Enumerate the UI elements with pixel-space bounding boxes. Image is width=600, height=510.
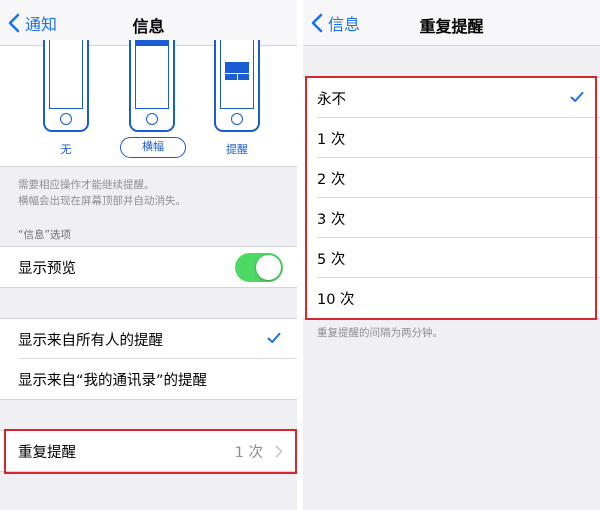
repeat-option-label: 3 次 bbox=[317, 211, 346, 228]
style-banner-label: 横幅 bbox=[120, 137, 186, 158]
repeat-option-row[interactable]: 1 次 bbox=[303, 118, 600, 158]
repeat-alerts-row[interactable]: 重复提醒 1 次 bbox=[0, 431, 297, 471]
repeat-alerts-value: 1 次 bbox=[234, 444, 263, 461]
repeat-option-label: 1 次 bbox=[317, 131, 346, 148]
repeat-alerts-label: 重复提醒 bbox=[18, 444, 76, 461]
repeat-footer-note: 重复提醒的间隔为两分钟。 bbox=[317, 327, 443, 339]
from-everyone-row[interactable]: 显示来自所有人的提醒 bbox=[0, 319, 297, 359]
repeat-option-row[interactable]: 10 次 bbox=[303, 278, 600, 318]
right-navbar: 信息 重复提醒 bbox=[303, 0, 600, 46]
repeat-option-row[interactable]: 3 次 bbox=[303, 198, 600, 238]
style-note-line2: 横幅会出现在屏幕顶部并自动消失。 bbox=[18, 195, 186, 207]
chevron-right-icon bbox=[275, 445, 283, 458]
style-none-label: 无 bbox=[60, 143, 72, 156]
show-preview-row: 显示预览 bbox=[0, 247, 297, 287]
style-note-line1: 需要相应操作才能继续提醒。 bbox=[18, 179, 155, 191]
page-title: 信息 bbox=[132, 17, 165, 36]
checkmark-icon bbox=[267, 332, 281, 343]
repeat-option-row[interactable]: 2 次 bbox=[303, 158, 600, 198]
left-panel: 通知 信息 无 横幅 提醒 需要相应操作才能继续提醒。 横幅会出现在屏幕顶部并自… bbox=[0, 0, 297, 510]
section-header-options: “信息”选项 bbox=[18, 229, 71, 241]
repeat-option-label: 永不 bbox=[317, 91, 346, 108]
page-title: 重复提醒 bbox=[419, 17, 484, 36]
from-contacts-label: 显示来自“我的通讯录”的提醒 bbox=[18, 372, 208, 389]
from-everyone-label: 显示来自所有人的提醒 bbox=[18, 332, 163, 349]
style-alert-option[interactable] bbox=[214, 40, 260, 132]
show-preview-toggle[interactable] bbox=[235, 253, 283, 282]
repeat-option-row[interactable]: 5 次 bbox=[303, 238, 600, 278]
style-alert-label: 提醒 bbox=[226, 143, 248, 156]
show-preview-label: 显示预览 bbox=[18, 260, 76, 277]
repeat-option-label: 5 次 bbox=[317, 251, 346, 268]
repeat-option-label: 2 次 bbox=[317, 171, 346, 188]
alert-style-picker: 无 横幅 提醒 bbox=[0, 40, 297, 167]
checkmark-icon bbox=[570, 91, 584, 102]
right-panel: 信息 重复提醒 永不 1 次 2 次 3 次 5 次 10 次 重复提醒的间隔为… bbox=[303, 0, 600, 510]
repeat-option-row[interactable]: 永不 bbox=[303, 78, 600, 118]
style-none-option[interactable] bbox=[43, 40, 89, 132]
style-banner-option[interactable] bbox=[129, 40, 175, 132]
repeat-option-label: 10 次 bbox=[317, 291, 355, 308]
from-contacts-row[interactable]: 显示来自“我的通讯录”的提醒 bbox=[0, 359, 297, 399]
